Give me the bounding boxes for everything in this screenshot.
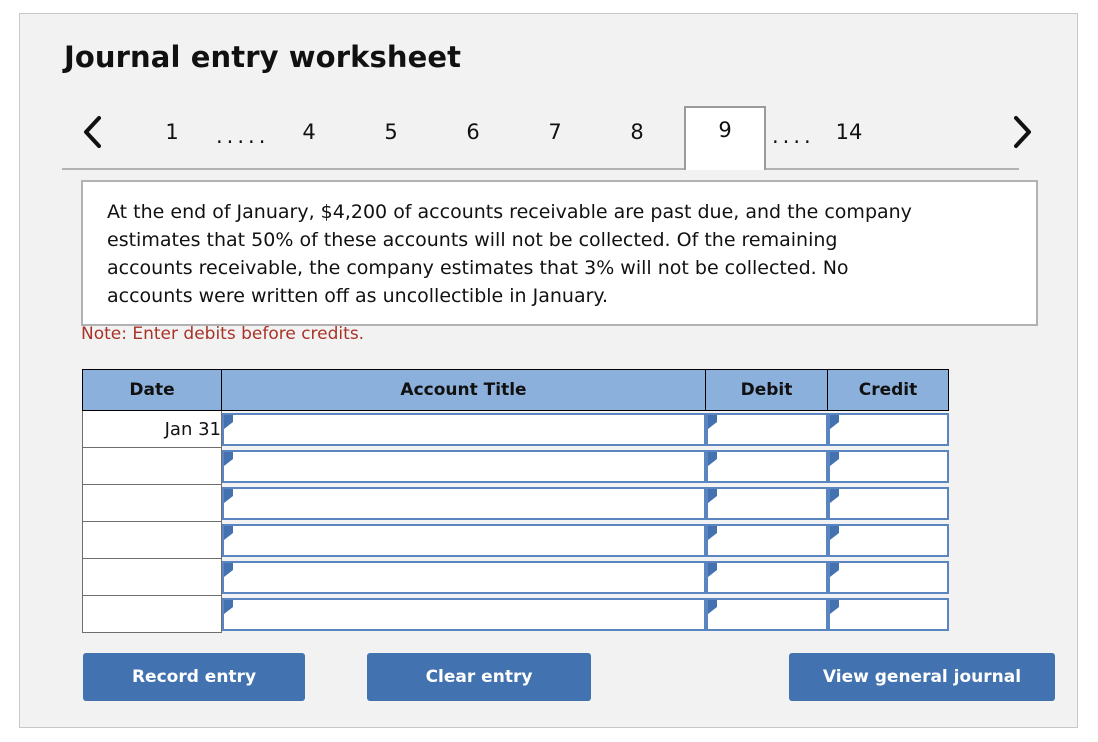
account-title-input[interactable] [222,523,706,557]
transaction-description-panel: At the end of January, $4,200 of account… [81,180,1038,326]
date-cell[interactable]: Jan 31 [82,410,222,448]
debit-input[interactable] [705,486,828,520]
table-row [82,447,949,485]
debit-cell [705,484,828,522]
page-title: Journal entry worksheet [64,40,462,74]
table-header-row: Date Account Title Debit Credit [82,369,949,411]
debit-cell [705,447,828,485]
credit-cell [827,558,949,596]
credit-cell [827,447,949,485]
transaction-description-text: At the end of January, $4,200 of account… [107,201,912,307]
dropdown-marker-icon [224,599,233,614]
record-entry-button[interactable]: Record entry [83,653,305,701]
dropdown-marker-icon [829,525,839,540]
account-title-cell [221,410,706,448]
account-title-cell [221,521,706,559]
table-row: Jan 31 [82,410,949,448]
tab-ellipsis-right: .... [772,124,815,148]
date-cell[interactable] [82,521,222,559]
account-title-input[interactable] [222,597,706,631]
dropdown-marker-icon [707,562,717,577]
credit-cell [827,410,949,448]
dropdown-marker-icon [224,451,233,466]
view-general-journal-button[interactable]: View general journal [789,653,1055,701]
credit-input[interactable] [827,486,949,520]
dropdown-marker-icon [224,414,233,429]
credit-cell [827,521,949,559]
credit-input[interactable] [827,449,949,483]
tab-6[interactable]: 6 [453,120,493,144]
account-title-cell [221,484,706,522]
debit-input[interactable] [705,523,828,557]
debits-before-credits-note: Note: Enter debits before credits. [81,324,365,344]
debit-input[interactable] [705,597,828,631]
tab-strip-underline [62,168,1019,170]
dropdown-marker-icon [707,488,717,503]
tab-14[interactable]: 14 [826,120,872,144]
chevron-right-icon[interactable] [1008,112,1036,152]
account-title-input[interactable] [222,412,706,446]
account-title-input[interactable] [222,486,706,520]
journal-entry-table: Date Account Title Debit Credit Jan 31 [82,369,949,633]
dropdown-marker-icon [829,414,839,429]
tab-8[interactable]: 8 [617,120,657,144]
column-header-date: Date [82,369,222,411]
dropdown-marker-icon [224,562,233,577]
debit-cell [705,595,828,633]
tab-strip: 1 ..... 4 5 6 7 8 9 .... 14 [62,94,1042,170]
table-row [82,595,949,633]
debit-input[interactable] [705,449,828,483]
dropdown-marker-icon [829,562,839,577]
tab-4[interactable]: 4 [289,120,329,144]
table-row [82,521,949,559]
date-cell[interactable] [82,558,222,596]
date-cell[interactable] [82,447,222,485]
account-title-input[interactable] [222,560,706,594]
debit-cell [705,410,828,448]
dropdown-marker-icon [224,488,233,503]
dropdown-marker-icon [224,525,233,540]
account-title-input[interactable] [222,449,706,483]
debit-cell [705,558,828,596]
column-header-account-title: Account Title [221,369,706,411]
debit-cell [705,521,828,559]
dropdown-marker-icon [707,599,717,614]
credit-cell [827,595,949,633]
date-cell[interactable] [82,484,222,522]
chevron-left-icon[interactable] [79,112,107,152]
dropdown-marker-icon [829,488,839,503]
debit-input[interactable] [705,412,828,446]
tab-1[interactable]: 1 [152,120,192,144]
account-title-cell [221,595,706,633]
tab-5[interactable]: 5 [371,120,411,144]
column-header-credit: Credit [827,369,949,411]
dropdown-marker-icon [707,414,717,429]
account-title-cell [221,558,706,596]
credit-input[interactable] [827,560,949,594]
credit-input[interactable] [827,523,949,557]
tab-7[interactable]: 7 [535,120,575,144]
clear-entry-button[interactable]: Clear entry [367,653,591,701]
table-row [82,558,949,596]
tab-ellipsis-left: ..... [216,124,270,148]
dropdown-marker-icon [707,451,717,466]
dropdown-marker-icon [707,525,717,540]
account-title-cell [221,447,706,485]
debit-input[interactable] [705,560,828,594]
credit-input[interactable] [827,597,949,631]
tab-9[interactable]: 9 [684,106,766,170]
credit-input[interactable] [827,412,949,446]
dropdown-marker-icon [829,599,839,614]
table-row [82,484,949,522]
column-header-debit: Debit [705,369,828,411]
dropdown-marker-icon [829,451,839,466]
worksheet-card: Journal entry worksheet 1 ..... 4 5 6 7 … [19,13,1078,728]
credit-cell [827,484,949,522]
date-cell[interactable] [82,595,222,633]
